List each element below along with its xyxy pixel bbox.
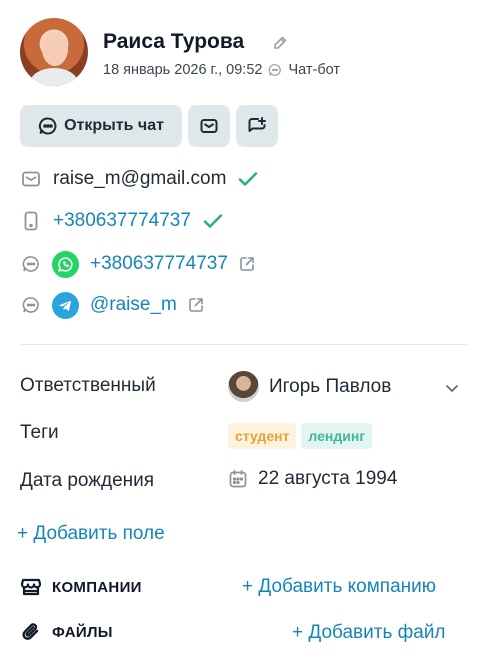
- contact-source: Чат-бот: [288, 62, 341, 78]
- send-email-button[interactable]: [188, 105, 230, 147]
- open-chat-button[interactable]: Открыть чат: [20, 105, 182, 147]
- contact-header: Раиса Турова 18 январь 2026 г., 09:52 Ча…: [20, 18, 470, 88]
- contact-avatar[interactable]: [20, 18, 88, 86]
- telegram-icon: [52, 291, 79, 319]
- owner-name: Игорь Павлов: [269, 375, 392, 397]
- add-chat-icon: [248, 117, 266, 132]
- created-date: 18 январь 2026 г., 09:52: [103, 62, 263, 78]
- tags-label: Теги: [20, 422, 59, 443]
- owner-label: Ответственный: [20, 375, 156, 396]
- birthday-field[interactable]: 22 августа 1994: [228, 468, 397, 490]
- external-link-icon[interactable]: [238, 255, 256, 273]
- new-chat-button[interactable]: [236, 105, 278, 147]
- envelope-icon: [20, 168, 42, 190]
- add-company-link[interactable]: + Добавить компанию: [242, 576, 436, 598]
- paperclip-icon: [22, 623, 39, 640]
- section-divider: [20, 344, 467, 345]
- verified-check-icon: [239, 172, 258, 186]
- avatar-face: [42, 32, 68, 66]
- contact-telegram-row: @raise_m: [20, 291, 205, 319]
- chat-icon: [269, 64, 282, 76]
- open-chat-label: Открыть чат: [64, 117, 164, 134]
- tag-student[interactable]: студент: [228, 423, 297, 449]
- contact-phone-row: +380637774737: [20, 207, 225, 235]
- owner-select[interactable]: Игорь Павлов: [228, 371, 391, 402]
- birthday-value: 22 августа 1994: [258, 468, 398, 489]
- avatar-shoulders: [30, 68, 78, 86]
- companies-section-header: КОМПАНИИ: [20, 576, 142, 598]
- birthday-label: Дата рождения: [20, 470, 155, 491]
- external-link-icon[interactable]: [187, 296, 205, 314]
- store-icon: [20, 578, 42, 596]
- contact-meta: 18 январь 2026 г., 09:52 Чат-бот: [103, 62, 340, 78]
- tag-landing[interactable]: лендинг: [301, 423, 373, 449]
- telegram-value[interactable]: @raise_m: [90, 294, 177, 316]
- owner-avatar: [228, 371, 259, 402]
- pencil-icon[interactable]: [272, 35, 288, 51]
- chat-icon: [20, 253, 42, 275]
- calendar-icon: [229, 469, 247, 488]
- verified-check-icon: [203, 214, 223, 228]
- phone-icon: [20, 210, 42, 232]
- chevron-down-icon[interactable]: [444, 380, 460, 396]
- files-title: ФАЙЛЫ: [52, 623, 113, 641]
- add-field-link[interactable]: + Добавить поле: [17, 523, 165, 545]
- add-file-link[interactable]: + Добавить файл: [292, 622, 446, 644]
- email-value[interactable]: raise_m@gmail.com: [53, 168, 226, 190]
- tags-list: студент лендинг: [228, 423, 377, 449]
- contact-whatsapp-row: +380637774737: [20, 250, 256, 278]
- envelope-icon: [200, 119, 218, 133]
- chat-icon: [39, 117, 57, 135]
- files-section-header: ФАЙЛЫ: [20, 621, 113, 643]
- phone-value[interactable]: +380637774737: [53, 210, 191, 232]
- contact-name: Раиса Турова: [103, 30, 245, 53]
- action-bar: Открыть чат: [20, 105, 278, 147]
- chat-icon: [20, 294, 42, 316]
- companies-title: КОМПАНИИ: [52, 578, 142, 596]
- contact-email-row: raise_m@gmail.com: [20, 165, 260, 193]
- whatsapp-value[interactable]: +380637774737: [90, 253, 228, 275]
- whatsapp-icon: [52, 250, 79, 278]
